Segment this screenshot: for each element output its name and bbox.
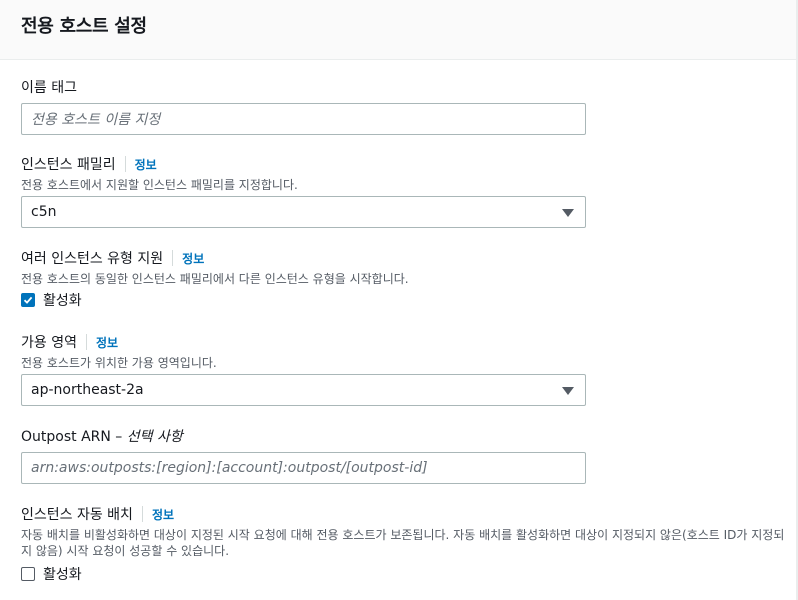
panel-header: 전용 호스트 설정 (0, 0, 798, 60)
instance-family-select[interactable]: c5n (21, 196, 586, 228)
outpost-arn-input[interactable]: arn:aws:outposts:[region]:[account]:outp… (21, 452, 586, 484)
availability-zone-value: ap-northeast-2a (31, 382, 144, 398)
auto-placement-enable-checkbox[interactable] (21, 567, 35, 581)
instance-family-field: 인스턴스 패밀리 정보 전용 호스트에서 지원할 인스턴스 패밀리를 지정합니다… (21, 154, 786, 228)
availability-zone-select[interactable]: ap-northeast-2a (21, 374, 586, 406)
name-tag-placeholder: 전용 호스트 이름 지정 (31, 112, 161, 128)
availability-zone-description: 전용 호스트가 위치한 가용 영역입니다. (21, 356, 217, 370)
auto-placement-description: 자동 배치를 비활성화하면 대상이 지정된 시작 요청에 대해 전용 호스트가 … (21, 528, 785, 558)
multi-type-info-link[interactable]: 정보 (182, 250, 204, 267)
auto-placement-field: 인스턴스 자동 배치 정보 자동 배치를 비활성화하면 대상이 지정된 시작 요… (21, 504, 786, 583)
label-divider (172, 250, 174, 266)
label-divider (85, 334, 87, 350)
multi-type-field: 여러 인스턴스 유형 지원 정보 전용 호스트의 동일한 인스턴스 패밀리에서 … (21, 248, 786, 309)
outpost-arn-label-text: Outpost ARN – (21, 429, 123, 445)
outpost-arn-label: Outpost ARN – 선택 사항 (21, 426, 183, 446)
name-tag-input[interactable]: 전용 호스트 이름 지정 (21, 103, 586, 135)
label-divider (141, 506, 143, 522)
outpost-arn-field: Outpost ARN – 선택 사항 arn:aws:outposts:[re… (21, 426, 786, 484)
outpost-arn-placeholder: arn:aws:outposts:[region]:[account]:outp… (31, 460, 428, 476)
instance-family-info-link[interactable]: 정보 (135, 156, 157, 173)
instance-family-value: c5n (31, 204, 57, 220)
name-tag-field: 이름 태그 전용 호스트 이름 지정 (21, 77, 786, 135)
auto-placement-enable-label: 활성화 (43, 567, 82, 583)
availability-zone-field: 가용 영역 정보 전용 호스트가 위치한 가용 영역입니다. ap-northe… (21, 332, 786, 406)
auto-placement-enable-row[interactable]: 활성화 (21, 564, 82, 584)
instance-family-label: 인스턴스 패밀리 (21, 157, 116, 173)
multi-type-enable-label: 활성화 (43, 293, 82, 309)
name-tag-label: 이름 태그 (21, 80, 77, 96)
instance-family-description: 전용 호스트에서 지원할 인스턴스 패밀리를 지정합니다. (21, 178, 298, 192)
multi-type-enable-checkbox[interactable] (21, 293, 35, 307)
auto-placement-label: 인스턴스 자동 배치 (21, 507, 133, 523)
label-divider (124, 156, 126, 172)
availability-zone-info-link[interactable]: 정보 (96, 334, 118, 351)
multi-type-description: 전용 호스트의 동일한 인스턴스 패밀리에서 다른 인스턴스 유형을 시작합니다… (21, 272, 409, 286)
multi-type-enable-row[interactable]: 활성화 (21, 290, 82, 310)
caret-down-icon (562, 209, 574, 217)
checkmark-icon (23, 296, 33, 304)
multi-type-label: 여러 인스턴스 유형 지원 (21, 251, 164, 267)
outpost-arn-optional-text: 선택 사항 (126, 429, 183, 445)
caret-down-icon (562, 387, 574, 395)
auto-placement-info-link[interactable]: 정보 (152, 506, 174, 523)
availability-zone-label: 가용 영역 (21, 335, 77, 351)
page-title: 전용 호스트 설정 (21, 16, 147, 37)
